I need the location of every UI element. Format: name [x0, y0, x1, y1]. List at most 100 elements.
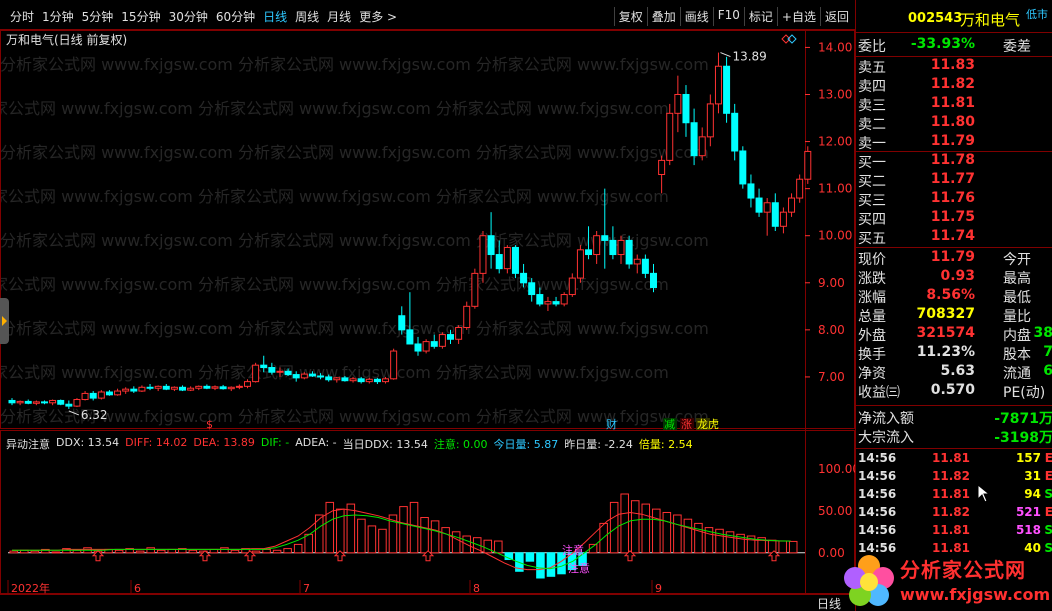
- indicator-axis-label: 50.00: [818, 504, 852, 518]
- tool-button[interactable]: 复权: [613, 7, 647, 26]
- indicator-value: ADEA: -: [295, 436, 337, 449]
- row-label: 净资: [858, 366, 886, 382]
- period-tab[interactable]: 60分钟: [212, 8, 259, 25]
- candle-body: [617, 239, 625, 256]
- background-watermark-text: 分析家公式网 www.fxjgsw.com 分析家公式网 www.fxjgsw.…: [0, 99, 669, 118]
- row-label-2: 股本: [1003, 347, 1031, 363]
- candle-body: [162, 385, 170, 390]
- candle-body: [365, 378, 373, 383]
- stat-row: 净资 5.63 流通 6: [858, 363, 1052, 382]
- stat-row: 外盘 321574 内盘 38: [858, 325, 1052, 344]
- indicator-value: 注意: 0.00: [433, 438, 488, 451]
- buy-level: 买五 11.74: [858, 228, 1052, 247]
- buy-level: 买二 11.77: [858, 171, 1052, 190]
- ddx-bar: [135, 550, 145, 554]
- row-label-2: 委差: [1003, 39, 1031, 55]
- background-watermark-text: 分析家公式网 www.fxjgsw.com 分析家公式网 www.fxjgsw.…: [0, 143, 709, 162]
- period-mode-label[interactable]: 日线: [817, 595, 841, 611]
- period-tab[interactable]: 更多 >: [355, 8, 401, 25]
- candle-body: [438, 334, 446, 347]
- date-axis-label: 7: [303, 582, 310, 594]
- candle-body: [333, 377, 341, 381]
- candle-body: [723, 65, 731, 114]
- event-marker[interactable]: 龙虎: [697, 418, 719, 430]
- candle-body: [130, 388, 138, 392]
- indicator-chart[interactable]: 100.0050.000.00注意注意2022年6789: [0, 430, 855, 594]
- candle-body: [682, 93, 690, 124]
- collapse-handle[interactable]: [0, 298, 9, 344]
- ddx-bar: [788, 540, 798, 554]
- period-tab[interactable]: 1分钟: [38, 8, 78, 25]
- candle-body: [788, 197, 796, 213]
- market-tag[interactable]: 低市: [1026, 6, 1048, 22]
- ddx-bar: [536, 552, 545, 579]
- tick-price: 11.82: [932, 469, 970, 483]
- flower-logo-icon: [844, 555, 894, 606]
- candle-body: [601, 235, 609, 241]
- tool-button[interactable]: +自选: [776, 7, 820, 26]
- candle-body: [536, 294, 544, 305]
- candle-body: [796, 178, 804, 199]
- candle-body: [779, 211, 787, 227]
- candle-body: [544, 301, 552, 305]
- ddx-bar: [283, 548, 292, 554]
- event-marker[interactable]: 财: [606, 417, 617, 430]
- row-value-2: 38: [1033, 325, 1052, 341]
- period-tab[interactable]: 日线: [259, 8, 291, 25]
- row-value: 11.75: [930, 209, 975, 225]
- row-label: 总量: [858, 309, 886, 325]
- tick-time: 14:56: [858, 505, 897, 519]
- row-value: 8.56%: [926, 287, 975, 303]
- row-label-2: 最高: [1003, 271, 1031, 287]
- ddx-bar: [546, 552, 556, 577]
- row-value: 11.81: [930, 95, 975, 111]
- period-tab[interactable]: 5分钟: [78, 8, 118, 25]
- candle-body: [658, 159, 666, 176]
- divider: [856, 405, 1052, 406]
- tool-button[interactable]: F10: [712, 7, 744, 26]
- candle-body: [97, 391, 105, 399]
- tick-time: 14:56: [858, 523, 897, 537]
- price-axis-label: 8.00: [818, 323, 845, 337]
- tick-row: 14:56 11.82 31 E: [858, 469, 1052, 487]
- sell-level: 卖二 11.80: [858, 114, 1052, 133]
- flow-label: 大宗流入: [858, 430, 914, 446]
- candle-body: [292, 374, 300, 379]
- stat-row: 涨跌 0.93 最高: [858, 268, 1052, 287]
- row-label: 换手: [858, 347, 886, 363]
- candle-body: [731, 112, 739, 152]
- tool-button[interactable]: 叠加: [646, 7, 680, 26]
- row-label: 现价: [858, 252, 886, 268]
- flow-label: 净流入额: [858, 411, 914, 427]
- indicator-value: 昨日量: -2.24: [564, 438, 633, 451]
- tool-button[interactable]: 标记: [743, 7, 777, 26]
- candlestick-chart[interactable]: 分析家公式网 www.fxjgsw.com 分析家公式网 www.fxjgsw.…: [0, 30, 855, 430]
- tool-button[interactable]: 画线: [679, 7, 713, 26]
- event-marker[interactable]: 减: [664, 418, 675, 430]
- candle-body: [755, 197, 763, 213]
- candle-body: [422, 341, 430, 352]
- row-label: 涨幅: [858, 290, 886, 306]
- period-tab[interactable]: 月线: [323, 8, 355, 25]
- stock-code: 002543: [908, 11, 963, 26]
- watermark-name: 分析家公式网: [900, 558, 1026, 582]
- ddx-bar: [346, 503, 356, 554]
- candle-body: [690, 122, 698, 157]
- event-marker[interactable]: $: [206, 418, 213, 430]
- period-tab[interactable]: 30分钟: [165, 8, 212, 25]
- watermark-url: www.fxjgsw.com: [900, 585, 1051, 604]
- ddx-bar: [251, 550, 261, 554]
- divider: [856, 448, 1052, 449]
- tick-volume: 94: [1024, 487, 1041, 501]
- price-axis-label: 9.00: [818, 276, 845, 290]
- period-tab[interactable]: 15分钟: [117, 8, 164, 25]
- tool-button[interactable]: 返回: [819, 7, 853, 26]
- ddx-bar: [430, 520, 440, 554]
- event-marker[interactable]: 涨: [681, 418, 692, 430]
- ddx-bar: [325, 501, 335, 554]
- divider: [856, 247, 1052, 248]
- period-tab[interactable]: 周线: [291, 8, 323, 25]
- candle-body: [739, 150, 747, 185]
- indicator-name[interactable]: 异动注意: [6, 436, 50, 452]
- period-tab[interactable]: 分时: [6, 8, 38, 25]
